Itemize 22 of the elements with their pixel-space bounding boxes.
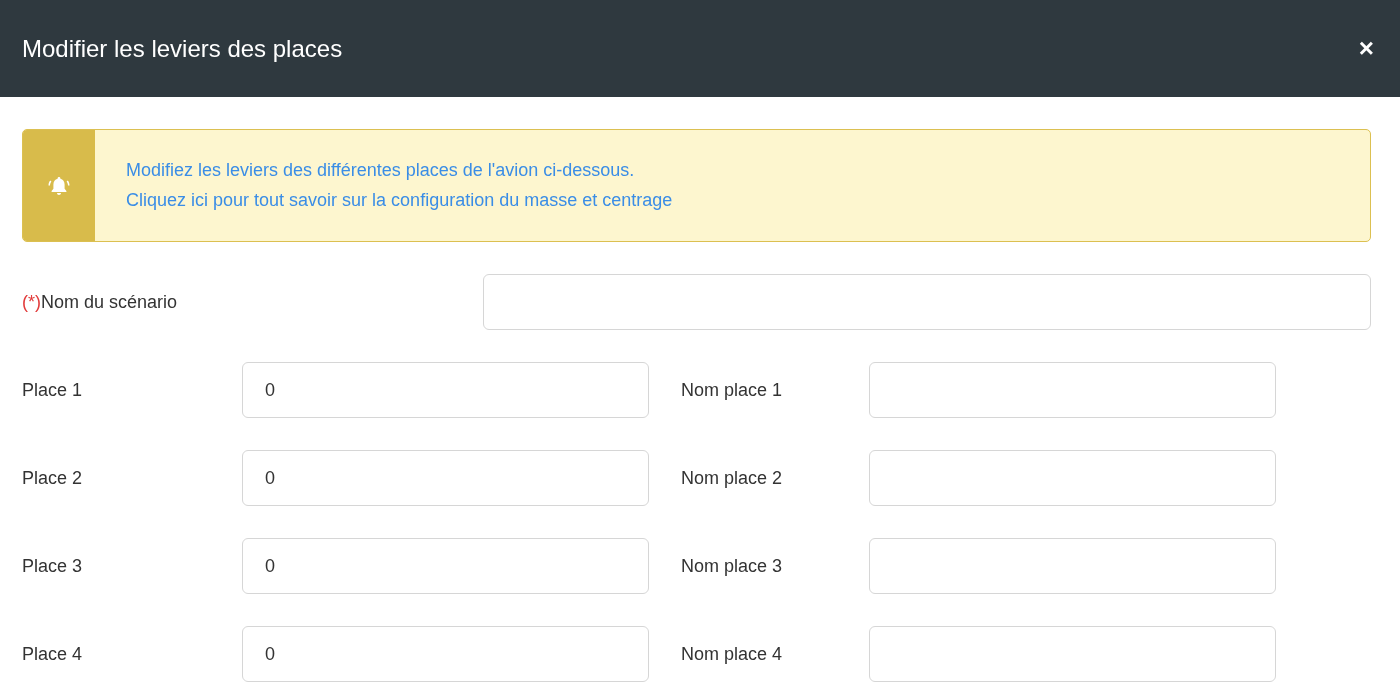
place-lever-input[interactable]: 0 (242, 538, 649, 594)
place-name-input[interactable] (869, 450, 1276, 506)
field-label: Place 4 (22, 643, 83, 665)
place-lever-input[interactable]: 0 (242, 626, 649, 682)
modal-title: Modifier les leviers des places (22, 34, 343, 63)
field-label: Nom place 1 (681, 379, 783, 401)
field-label: Nom place 3 (681, 555, 783, 577)
close-button[interactable]: × (1354, 33, 1378, 64)
place-name-input[interactable] (869, 626, 1276, 682)
alert-message: Modifiez les leviers des différentes places de l'avion ci-dessous. (126, 160, 635, 181)
scenario-name-input[interactable] (483, 274, 1371, 330)
required-mark: (*) (22, 291, 41, 313)
field-label: Place 3 (22, 555, 83, 577)
field-label: Nom place 2 (681, 467, 783, 489)
field-label: Nom place 4 (681, 643, 783, 665)
place-name-input[interactable] (869, 362, 1276, 418)
field-label: Place 1 (22, 379, 83, 401)
field-label: Nom du scénario (41, 291, 178, 313)
place-lever-input[interactable]: 0 (242, 450, 649, 506)
place-lever-input[interactable]: 0 (242, 362, 649, 418)
place-name-input[interactable] (869, 538, 1276, 594)
field-label: Place 2 (22, 467, 83, 489)
